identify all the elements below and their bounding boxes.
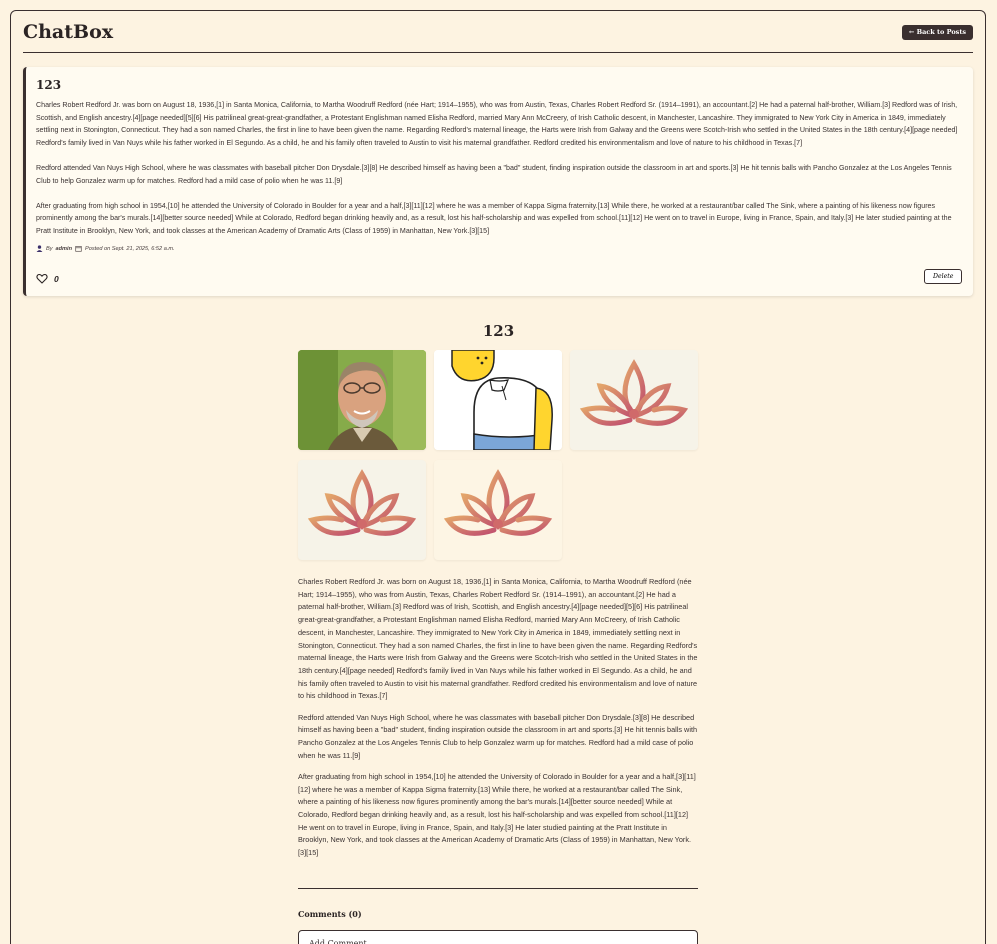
user-icon xyxy=(36,245,43,253)
gallery-image-lotus[interactable] xyxy=(570,350,698,450)
post-body: Charles Robert Redford Jr. was born on A… xyxy=(36,99,963,238)
add-comment-field[interactable]: Add Comment xyxy=(298,930,698,944)
brand-title: ChatBox xyxy=(23,21,114,43)
detail-paragraph: Charles Robert Redford Jr. was born on A… xyxy=(298,577,698,701)
posted-date: Posted on Sept. 21, 2025, 6:52 a.m. xyxy=(85,245,175,252)
section-divider xyxy=(298,888,698,889)
lotus-logo-icon xyxy=(307,469,417,536)
gallery-image-lotus[interactable] xyxy=(434,460,562,560)
gallery-image-portrait[interactable] xyxy=(298,350,426,450)
calendar-icon xyxy=(75,246,82,252)
lotus-logo-icon xyxy=(579,359,689,426)
like-row: 0 xyxy=(36,273,59,284)
portrait-photo-icon xyxy=(298,350,426,450)
cartoon-character-icon xyxy=(434,350,562,450)
post-meta: By admin Posted on Sept. 21, 2025, 6:52 … xyxy=(36,245,963,253)
back-to-posts-button[interactable]: ← Back to Posts xyxy=(901,25,973,40)
post-paragraph: Charles Robert Redford Jr. was born on A… xyxy=(36,101,958,147)
detail-title: 123 xyxy=(482,322,515,340)
gallery-image-lotus[interactable] xyxy=(298,460,426,560)
gallery-image-cartoon[interactable] xyxy=(434,350,562,450)
detail-paragraph: Redford attended Van Nuys High School, w… xyxy=(298,712,698,760)
author-name: admin xyxy=(55,245,73,252)
lotus-logo-icon xyxy=(443,469,553,536)
detail-paragraph: After graduating from high school in 195… xyxy=(298,771,696,858)
post-card: 123 Charles Robert Redford Jr. was born … xyxy=(23,67,973,296)
like-count: 0 xyxy=(54,273,59,284)
meta-by: By xyxy=(46,245,53,252)
post-paragraph: Redford attended Van Nuys High School, w… xyxy=(36,163,952,185)
delete-button[interactable]: Delete xyxy=(924,269,963,284)
site-header: ChatBox ← Back to Posts xyxy=(23,19,973,53)
detail-body: Charles Robert Redford Jr. was born on A… xyxy=(298,576,698,868)
comments-heading: Comments (0) xyxy=(298,909,362,919)
heart-icon[interactable] xyxy=(36,273,48,284)
post-title: 123 xyxy=(36,78,62,92)
post-paragraph: After graduating from high school in 195… xyxy=(36,201,952,235)
